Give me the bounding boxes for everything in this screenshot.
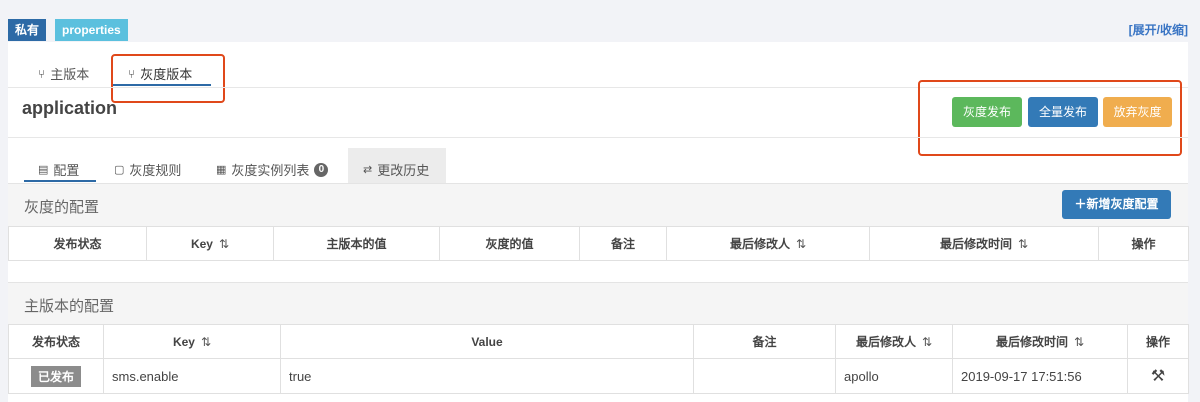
cell-operation: ⚒ [1127, 358, 1189, 394]
tools-icon[interactable]: ⚒ [1151, 368, 1165, 385]
cell-modified-time: 2019-09-17 17:51:56 [952, 358, 1128, 394]
calendar-icon: ▢ [114, 164, 125, 176]
plus-icon: ＋ [1074, 197, 1087, 211]
main-config-table: 发布状态 Key ⇅ Value 备注 最后修改人 ⇅ 最后修改时间 ⇅ 操作 已发布… [8, 324, 1189, 394]
col-status: 发布状态 [8, 324, 104, 359]
cell-value: true [280, 358, 694, 394]
highlight-box-actions [918, 80, 1182, 156]
add-gray-config-label: 新增灰度配置 [1086, 197, 1159, 211]
col-key-label: Key [190, 236, 213, 251]
col-modifier[interactable]: 最后修改人 ⇅ [835, 324, 953, 359]
tab-config[interactable]: ▤ 配置 [38, 160, 79, 179]
table-header-row: 发布状态 Key ⇅ 主版本的值 灰度的值 备注 最后修改人 ⇅ 最后修改时间 ⇅ 操… [8, 226, 1189, 261]
tab-change-history[interactable]: ⇄ 更改历史 [363, 160, 429, 179]
cell-key: sms.enable [103, 358, 281, 394]
gray-config-title: 灰度的配置 [24, 199, 100, 216]
sort-icon[interactable]: ⇅ [201, 335, 211, 349]
swap-icon: ⇄ [363, 164, 373, 176]
tab-gray-instances[interactable]: ▦ 灰度实例列表 0 [216, 160, 329, 179]
col-operation: 操作 [1127, 324, 1189, 359]
tab-config-label: 配置 [53, 163, 80, 178]
sort-icon[interactable]: ⇅ [1074, 335, 1084, 349]
col-key-label: Key [172, 334, 195, 349]
format-badge: properties [55, 19, 128, 41]
tab-main-version[interactable]: ⑂ 主版本 [38, 64, 89, 83]
col-modified-time[interactable]: 最后修改时间 ⇅ [952, 324, 1128, 359]
list-icon: ▦ [216, 164, 227, 176]
col-status: 发布状态 [8, 226, 147, 261]
col-comment: 备注 [693, 324, 836, 359]
sort-icon[interactable]: ⇅ [922, 335, 932, 349]
col-key[interactable]: Key ⇅ [146, 226, 274, 261]
expand-collapse-link[interactable]: [展开/收缩] [1129, 21, 1188, 38]
sort-icon[interactable]: ⇅ [1018, 237, 1028, 251]
tab-change-history-label: 更改历史 [377, 163, 430, 178]
highlight-box-gray-tab [111, 54, 225, 103]
col-modified-time-label: 最后修改时间 [995, 335, 1068, 349]
table-row: 已发布 sms.enable true apollo 2019-09-17 17… [8, 358, 1189, 394]
sort-icon[interactable]: ⇅ [219, 237, 229, 251]
tab-gray-rules[interactable]: ▢ 灰度规则 [114, 160, 181, 179]
active-subtab-underline [24, 180, 96, 182]
col-main-value: 主版本的值 [273, 226, 440, 261]
col-gray-value: 灰度的值 [439, 226, 580, 261]
col-modifier-label: 最后修改人 [855, 335, 916, 349]
gray-config-table: 发布状态 Key ⇅ 主版本的值 灰度的值 备注 最后修改人 ⇅ 最后修改时间 ⇅ 操… [8, 226, 1189, 261]
main-config-header [8, 282, 1188, 326]
table-icon: ▤ [38, 164, 49, 176]
published-badge: 已发布 [30, 365, 81, 387]
col-modifier-label: 最后修改人 [729, 237, 790, 251]
col-modifier[interactable]: 最后修改人 ⇅ [666, 226, 870, 261]
col-key[interactable]: Key ⇅ [103, 324, 281, 359]
app-title: application [22, 98, 118, 118]
col-comment: 备注 [579, 226, 667, 261]
cell-status: 已发布 [8, 358, 104, 394]
col-operation: 操作 [1098, 226, 1189, 261]
cell-modifier: apollo [835, 358, 953, 394]
col-modified-time[interactable]: 最后修改时间 ⇅ [869, 226, 1099, 261]
add-gray-config-button[interactable]: ＋新增灰度配置 [1062, 190, 1171, 219]
cell-comment [693, 358, 836, 394]
scope-badge: 私有 [8, 19, 47, 41]
tab-main-version-label: 主版本 [50, 67, 90, 82]
sort-icon[interactable]: ⇅ [796, 237, 806, 251]
col-value: Value [280, 324, 694, 359]
instance-count-badge: 0 [314, 162, 329, 177]
tab-gray-rules-label: 灰度规则 [129, 163, 182, 178]
branch-icon: ⑂ [38, 66, 46, 81]
divider [8, 137, 1188, 138]
main-config-title: 主版本的配置 [24, 298, 115, 315]
tab-gray-instances-label: 灰度实例列表 [231, 163, 310, 178]
table-header-row: 发布状态 Key ⇅ Value 备注 最后修改人 ⇅ 最后修改时间 ⇅ 操作 [8, 324, 1189, 359]
col-modified-time-label: 最后修改时间 [939, 237, 1012, 251]
gray-config-header [8, 183, 1188, 227]
